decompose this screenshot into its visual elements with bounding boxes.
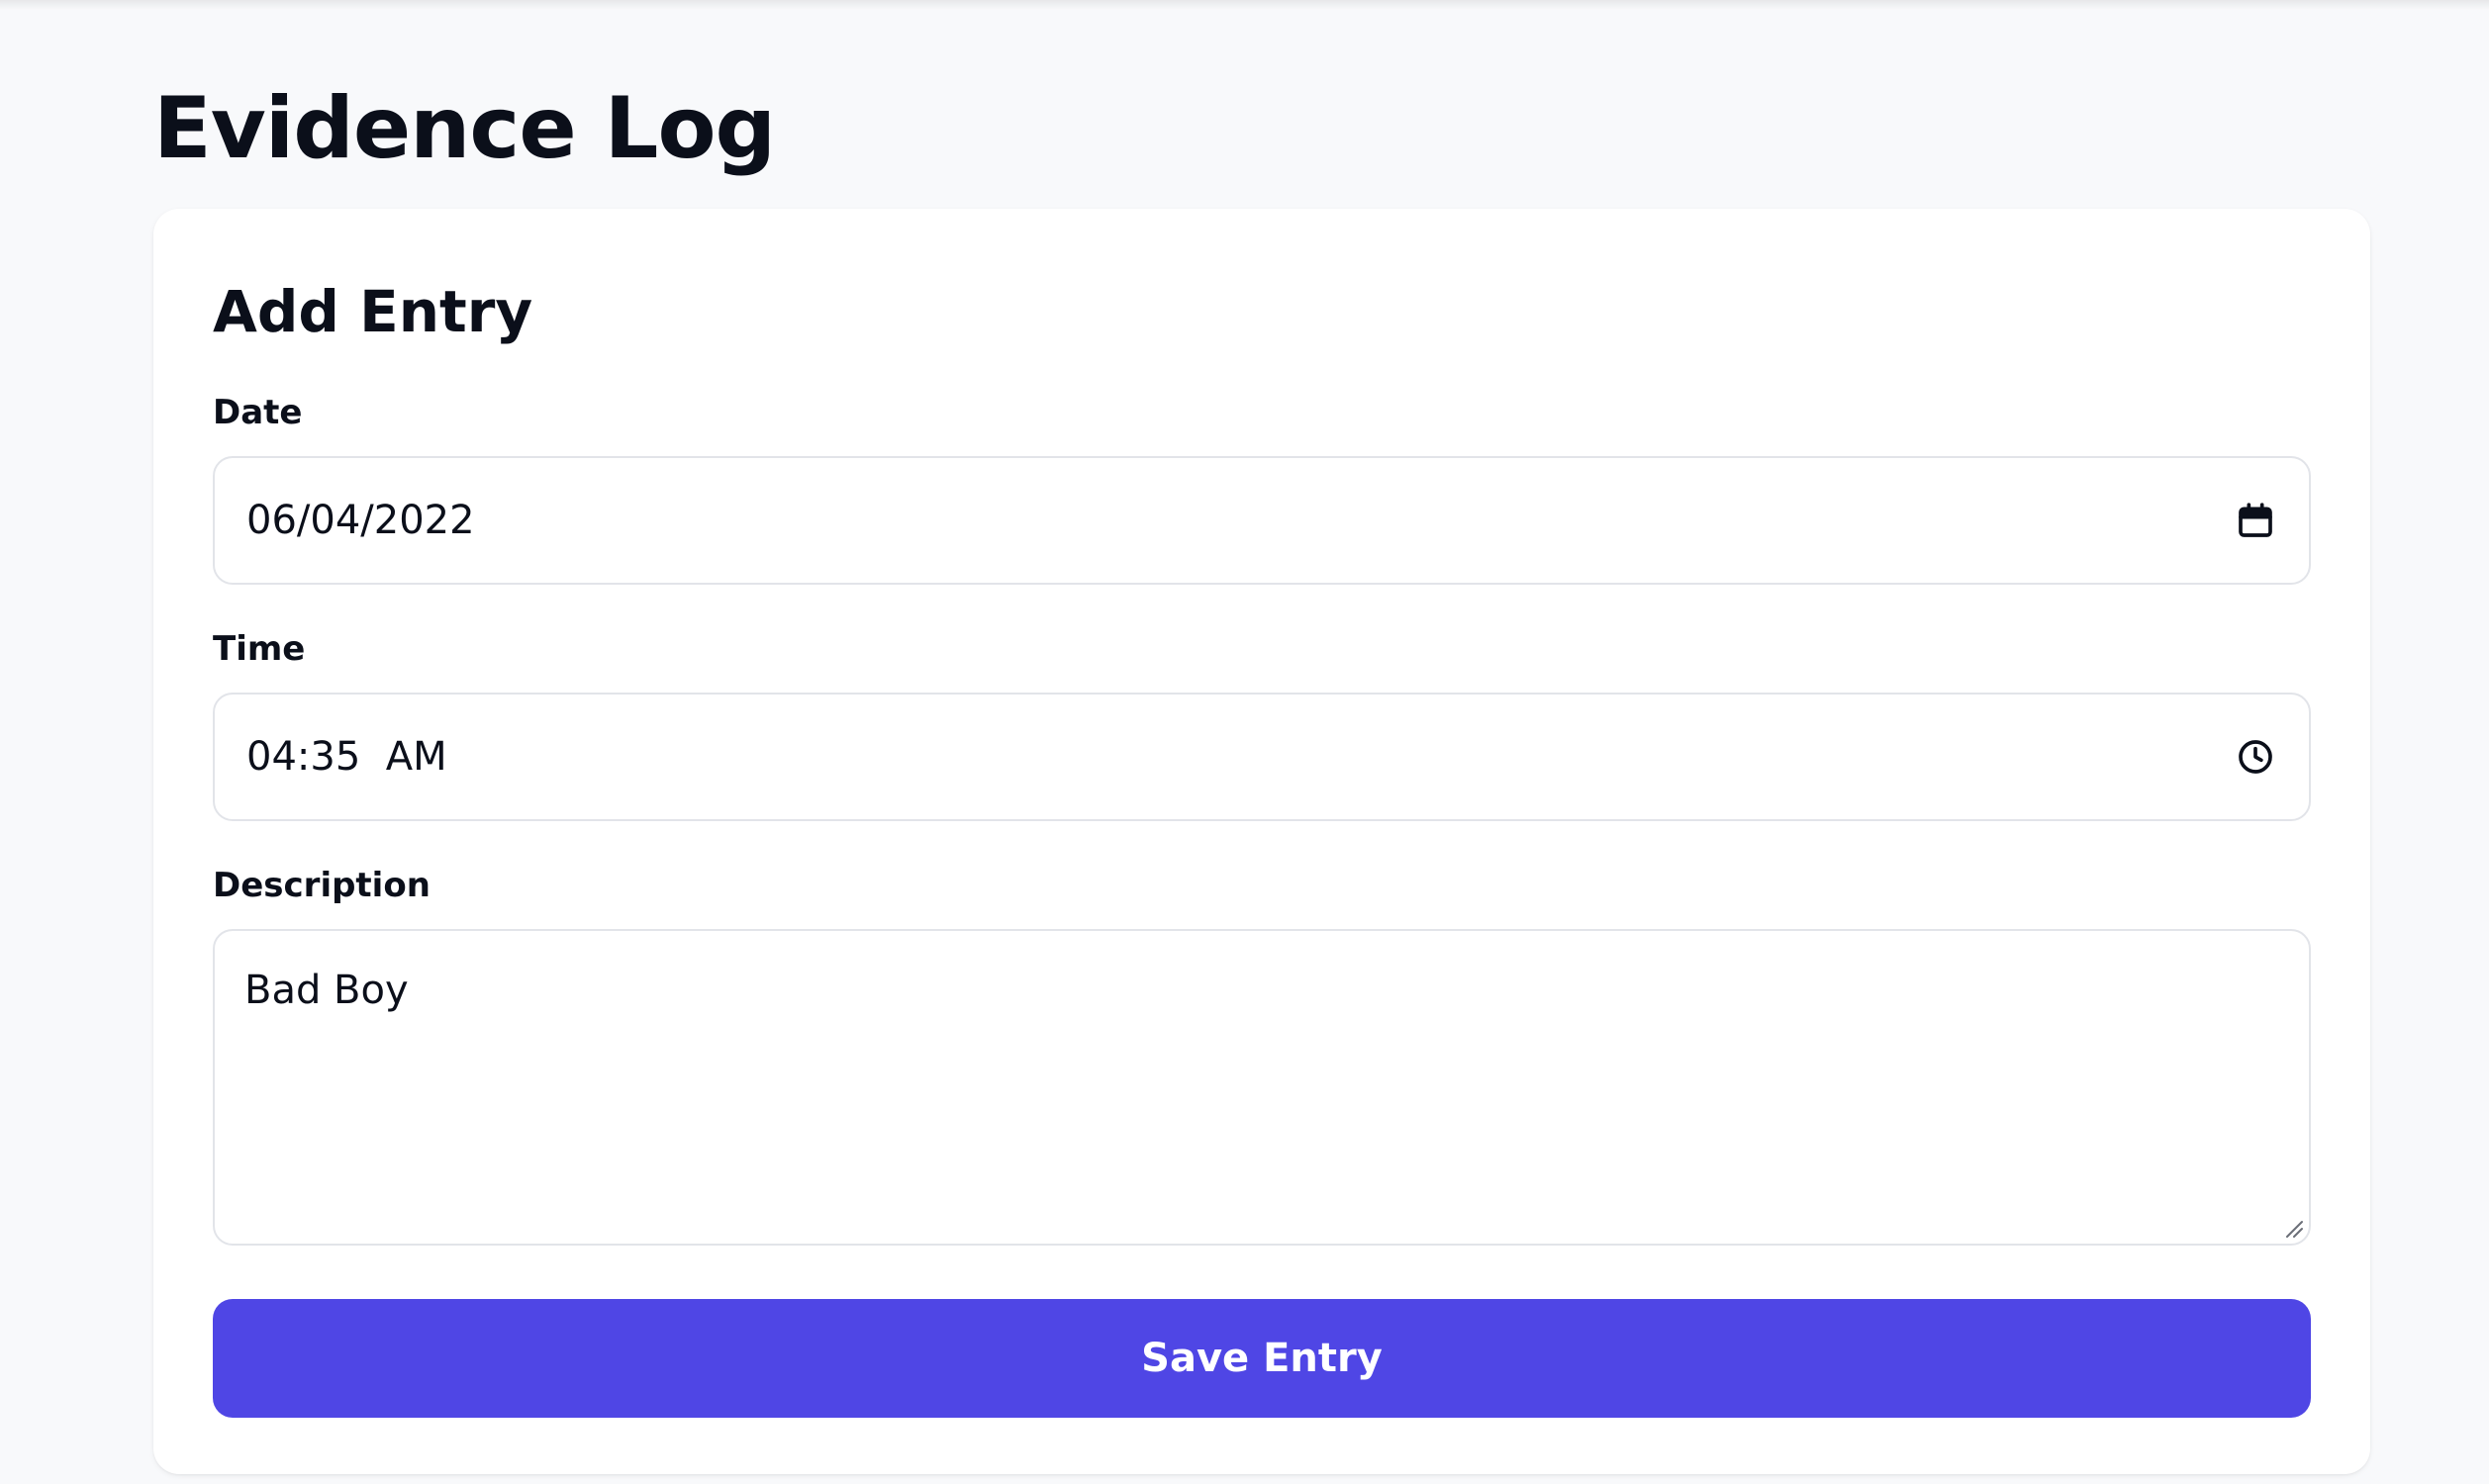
description-value: Bad Boy [244,968,409,1013]
add-entry-card: Add Entry Date 06/04/2022 Time 04:35 AM … [153,209,2370,1474]
time-value: 04:35 AM [246,734,447,780]
time-input[interactable]: 04:35 AM [213,693,2311,821]
date-input[interactable]: 06/04/2022 [213,456,2311,585]
time-label: Time [213,629,306,669]
page-title: Evidence Log [153,79,776,178]
description-label: Description [213,866,431,905]
date-value: 06/04/2022 [246,498,475,543]
resize-handle-icon[interactable] [2283,1218,2305,1240]
date-label: Date [213,393,303,432]
save-entry-button[interactable]: Save Entry [213,1299,2311,1418]
top-bar-shadow [0,0,2489,10]
description-textarea[interactable]: Bad Boy [213,929,2311,1246]
clock-icon[interactable] [2236,737,2275,777]
form-title: Add Entry [213,278,533,345]
calendar-icon[interactable] [2236,501,2275,540]
